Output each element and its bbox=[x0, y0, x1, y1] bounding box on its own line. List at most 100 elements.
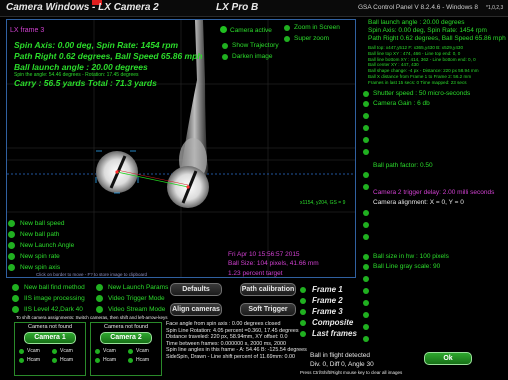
cam1-hcam-b[interactable]: Hcam bbox=[52, 357, 85, 363]
radio-icon[interactable] bbox=[300, 308, 306, 315]
option-dot[interactable] bbox=[363, 210, 369, 216]
frame-1-option[interactable]: Frame 1 bbox=[300, 284, 357, 295]
camera-gain-radio[interactable] bbox=[363, 101, 369, 107]
radio-icon[interactable] bbox=[96, 306, 103, 313]
radio-icon[interactable] bbox=[12, 295, 19, 302]
camera-1-button[interactable]: Camera 1 bbox=[24, 332, 76, 344]
option-new-spin-rate[interactable]: New spin rate bbox=[8, 251, 74, 262]
info-line: Face angle from spin axis : 0.00 degrees… bbox=[166, 321, 281, 327]
radio-icon[interactable] bbox=[300, 297, 306, 304]
bottom-info: Face angle from spin axis : 0.00 degrees… bbox=[166, 321, 307, 361]
zoom-in-screen-label: Zoom in Screen bbox=[294, 24, 340, 31]
window-title: Camera Windows - LX Camera 2 bbox=[6, 2, 159, 13]
shutter-speed-radio[interactable] bbox=[363, 91, 369, 97]
radio-icon[interactable] bbox=[128, 357, 133, 363]
radio-icon[interactable] bbox=[12, 284, 19, 291]
last-frames-option[interactable]: Last frames bbox=[300, 328, 357, 339]
option-new-ball-find-method[interactable]: New ball find method bbox=[12, 282, 85, 293]
radio-icon[interactable] bbox=[19, 348, 24, 354]
radio-icon[interactable] bbox=[52, 357, 57, 363]
ball-size-text: Ball Size: 104 pixels, 41.66 mm bbox=[228, 260, 319, 267]
option-dot[interactable] bbox=[363, 222, 369, 228]
coords-readout: x1154, y204, GS = 9 bbox=[300, 200, 346, 206]
option-dot[interactable] bbox=[363, 288, 369, 294]
radio-icon[interactable] bbox=[8, 220, 15, 227]
option-iis-image-processing[interactable]: IIS image processing bbox=[12, 293, 85, 304]
camera-active-indicator bbox=[220, 26, 227, 33]
ok-button[interactable]: Ok bbox=[424, 352, 472, 365]
bottom-options-col1: New ball find method IIS image processin… bbox=[12, 282, 85, 315]
cam2-hcam-b[interactable]: Hcam bbox=[128, 357, 161, 363]
option-dot[interactable] bbox=[363, 312, 369, 318]
radio-icon[interactable] bbox=[8, 264, 15, 271]
control-panel-version: GSA Control Panel V 8.2.4.6 - Windows 8 bbox=[358, 4, 478, 11]
radio-icon[interactable] bbox=[8, 253, 15, 260]
radio-icon[interactable] bbox=[95, 348, 100, 354]
path-calibration-button[interactable]: Path calibration bbox=[240, 283, 296, 296]
option-dot[interactable] bbox=[363, 324, 369, 330]
ball-size-hw: Ball size in hw : 100 pixels bbox=[373, 253, 449, 260]
defaults-button[interactable]: Defaults bbox=[170, 283, 222, 296]
option-dot[interactable] bbox=[363, 184, 369, 190]
radio-icon[interactable] bbox=[128, 348, 133, 354]
option-new-ball-speed[interactable]: New ball speed bbox=[8, 218, 74, 229]
radio-icon[interactable] bbox=[12, 306, 19, 313]
right-dot-column-3 bbox=[363, 210, 369, 246]
show-trajectory-radio[interactable] bbox=[222, 43, 228, 49]
option-dot[interactable] bbox=[363, 300, 369, 306]
option-new-ball-path[interactable]: New ball path bbox=[8, 229, 74, 240]
radio-icon[interactable] bbox=[96, 295, 103, 302]
camera-2-button[interactable]: Camera 2 bbox=[100, 332, 152, 344]
cam2-vcam-b[interactable]: Vcam bbox=[128, 348, 161, 354]
camera-1-panel: Camera not found Camera 1 Vcam Vcam Hcam… bbox=[14, 322, 86, 376]
info-line: Spin Line Rotation: 4.05 percent =0.360,… bbox=[166, 327, 299, 334]
frame-2-option[interactable]: Frame 2 bbox=[300, 295, 357, 306]
frame-label: LX frame 3 bbox=[10, 27, 45, 34]
cam1-vcam-b[interactable]: Vcam bbox=[52, 348, 85, 354]
composite-option[interactable]: Composite bbox=[300, 317, 357, 328]
detail-line: Ball top: x447,y512 F: x365,y430 B: x529… bbox=[368, 45, 463, 50]
option-video-trigger-mode[interactable]: Video Trigger Mode bbox=[96, 293, 168, 304]
cam1-vcam-a[interactable]: Vcam bbox=[19, 348, 52, 354]
radio-icon[interactable] bbox=[96, 284, 103, 291]
option-new-launch-params[interactable]: New Launch Params bbox=[96, 282, 168, 293]
option-dot[interactable] bbox=[363, 172, 369, 178]
option-new-launch-angle[interactable]: New Launch Angle bbox=[8, 240, 74, 251]
darken-image-radio[interactable] bbox=[222, 54, 228, 60]
super-zoom-radio[interactable] bbox=[284, 36, 290, 42]
ball-size-radio[interactable] bbox=[363, 254, 369, 260]
radio-icon[interactable] bbox=[8, 242, 15, 249]
frame-3-option[interactable]: Frame 3 bbox=[300, 306, 357, 317]
option-dot[interactable] bbox=[363, 137, 369, 143]
super-zoom-label: Super zoom bbox=[294, 35, 330, 42]
radio-icon[interactable] bbox=[19, 357, 24, 363]
align-cameras-button[interactable]: Align cameras bbox=[170, 303, 222, 316]
radio-icon[interactable] bbox=[52, 348, 57, 354]
camera-active-label: Camera active bbox=[230, 27, 272, 34]
line-gray-scale: Ball Line gray scale: 90 bbox=[373, 263, 441, 270]
cam2-hcam-a[interactable]: Hcam bbox=[95, 357, 128, 363]
option-dot[interactable] bbox=[363, 336, 369, 342]
camera-1-options: Vcam Vcam Hcam Hcam bbox=[19, 348, 85, 363]
soft-trigger-button[interactable]: Soft Trigger bbox=[240, 303, 296, 316]
radio-icon[interactable] bbox=[300, 286, 306, 293]
cam1-hcam-a[interactable]: Hcam bbox=[19, 357, 52, 363]
info-line: Spin line angles in this frame - A: 54.4… bbox=[166, 347, 307, 354]
option-dot[interactable] bbox=[363, 234, 369, 240]
option-dot[interactable] bbox=[363, 149, 369, 155]
option-dot[interactable] bbox=[363, 276, 369, 282]
zoom-in-screen-radio[interactable] bbox=[284, 25, 290, 31]
line-gray-radio[interactable] bbox=[363, 264, 369, 270]
cam2-vcam-a[interactable]: Vcam bbox=[95, 348, 128, 354]
camera-shift-note: To shift camera assignments: Switch came… bbox=[16, 315, 168, 320]
option-iis-level[interactable]: IIS Level 42,Dark 40 bbox=[12, 304, 85, 315]
option-video-stream-mode[interactable]: Video Stream Mode bbox=[96, 304, 168, 315]
radio-icon[interactable] bbox=[95, 357, 100, 363]
option-dot[interactable] bbox=[363, 113, 369, 119]
ball-flight-title: Ball in flight detected bbox=[310, 352, 370, 359]
right-dot-column bbox=[363, 113, 369, 161]
version-code: *1,0,2,3 bbox=[486, 5, 504, 11]
radio-icon[interactable] bbox=[8, 231, 15, 238]
option-dot[interactable] bbox=[363, 125, 369, 131]
date-text: Fri Apr 10 15:56:57 2015 bbox=[228, 251, 300, 258]
